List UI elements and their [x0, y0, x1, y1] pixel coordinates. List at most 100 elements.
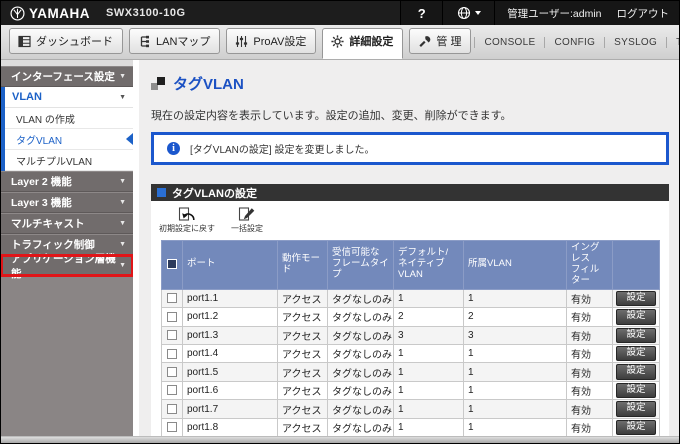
row-checkbox[interactable] [167, 404, 177, 414]
cell-port: port1.1 [183, 289, 278, 307]
cell-frame-type: タグなしのみ [328, 381, 394, 399]
chevron-down-icon: ▼ [119, 94, 126, 101]
info-icon: i [167, 142, 180, 155]
table-row: port1.7 アクセス タグなしのみ 1 1 有効 設定 [162, 400, 660, 418]
row-config-button[interactable]: 設定 [616, 346, 655, 361]
sidebar-group-label: マルチキャスト [11, 216, 85, 231]
cell-port: port1.6 [183, 381, 278, 399]
cell-ingress-filter: 有効 [567, 363, 613, 381]
cell-mode: アクセス [278, 326, 328, 344]
col-header-actions [613, 241, 660, 290]
row-checkbox[interactable] [167, 330, 177, 340]
page-title: タグVLAN [151, 73, 669, 94]
chevron-down-icon: ▼ [119, 262, 126, 269]
link-syslog[interactable]: SYSLOG [604, 37, 666, 48]
row-checkbox[interactable] [167, 422, 177, 432]
cell-mode: アクセス [278, 345, 328, 363]
cell-member-vlan: 1 [464, 381, 567, 399]
table-row: port1.2 アクセス タグなしのみ 2 2 有効 設定 [162, 308, 660, 326]
settings-panel: タグVLANの設定 初期設定に戻す [151, 184, 669, 436]
col-header-member-vlan: 所属VLAN [464, 241, 567, 290]
row-config-button[interactable]: 設定 [616, 309, 655, 324]
chevron-down-icon: ▼ [119, 73, 126, 80]
sidebar-item-label: VLAN の作成 [16, 111, 75, 126]
brand: YAMAHA [10, 6, 90, 21]
cell-member-vlan: 2 [464, 308, 567, 326]
notice-text: [タグVLANの設定] 設定を変更しました。 [190, 141, 374, 156]
chevron-down-icon: ▼ [119, 199, 126, 206]
sidebar-item-tag-vlan[interactable]: タグVLAN [5, 129, 133, 150]
sidebar-group-layer3[interactable]: Layer 3 機能 ▼ [1, 192, 133, 213]
cell-native-vlan: 3 [394, 326, 464, 344]
row-checkbox[interactable] [167, 367, 177, 377]
dashboard-icon [18, 35, 31, 48]
row-checkbox[interactable] [167, 385, 177, 395]
tool-label: 一括設定 [231, 223, 263, 234]
reset-to-default-button[interactable]: 初期設定に戻す [159, 207, 215, 234]
cell-mode: アクセス [278, 289, 328, 307]
table-row: port1.8 アクセス タグなしのみ 1 1 有効 設定 [162, 418, 660, 436]
cell-frame-type: タグなしのみ [328, 418, 394, 436]
tab-lan-map[interactable]: LANマップ [129, 28, 220, 54]
cell-frame-type: タグなしのみ [328, 363, 394, 381]
link-console[interactable]: CONSOLE [474, 37, 544, 48]
tab-management[interactable]: 管 理 [409, 28, 471, 54]
cell-ingress-filter: 有効 [567, 345, 613, 363]
cell-native-vlan: 1 [394, 289, 464, 307]
cell-mode: アクセス [278, 418, 328, 436]
tab-label: ダッシュボード [36, 33, 113, 49]
bulk-edit-pencil-icon [237, 207, 257, 222]
chevron-down-icon: ▼ [119, 178, 126, 185]
language-button[interactable] [442, 1, 494, 25]
tab-proav-settings[interactable]: ProAV設定 [226, 28, 316, 54]
link-techinfo[interactable]: TECHINFO [666, 37, 680, 48]
tag-vlan-table: ポート 動作モード 受信可能な フレームタイプ デフォルト/ ネイティブVLAN… [161, 240, 660, 436]
row-config-button[interactable]: 設定 [616, 364, 655, 379]
table-row: port1.4 アクセス タグなしのみ 1 1 有効 設定 [162, 345, 660, 363]
cell-ingress-filter: 有効 [567, 289, 613, 307]
sidebar-item-vlan-create[interactable]: VLAN の作成 [5, 108, 133, 129]
col-header-mode: 動作モード [278, 241, 328, 290]
row-config-button[interactable]: 設定 [616, 291, 655, 306]
app-window: YAMAHA SWX3100-10G ? 管理ユーザー:admin ログアウト [0, 0, 680, 444]
sidebar-group-label: Layer 3 機能 [11, 195, 72, 210]
tab-dashboard[interactable]: ダッシュボード [9, 28, 123, 54]
cell-ingress-filter: 有効 [567, 400, 613, 418]
bulk-settings-button[interactable]: 一括設定 [231, 207, 263, 234]
row-config-button[interactable]: 設定 [616, 420, 655, 435]
row-config-button[interactable]: 設定 [616, 328, 655, 343]
sidebar-item-multiple-vlan[interactable]: マルチプルVLAN [5, 150, 133, 171]
row-checkbox[interactable] [167, 293, 177, 303]
logout-button[interactable]: ログアウト [617, 6, 670, 21]
col-header-frame-type: 受信可能な フレームタイプ [328, 241, 394, 290]
row-config-button[interactable]: 設定 [616, 401, 655, 416]
page-description: 現在の設定内容を表示しています。設定の追加、変更、削除ができます。 [151, 107, 669, 123]
tab-advanced-settings[interactable]: 詳細設定 [322, 28, 403, 59]
device-model: SWX3100-10G [106, 7, 185, 19]
sidebar-group-multicast[interactable]: マルチキャスト ▼ [1, 213, 133, 234]
tool-label: 初期設定に戻す [159, 223, 215, 234]
row-checkbox[interactable] [167, 312, 177, 322]
table-row: port1.6 アクセス タグなしのみ 1 1 有効 設定 [162, 381, 660, 399]
table-row: port1.3 アクセス タグなしのみ 3 3 有効 設定 [162, 326, 660, 344]
help-button[interactable]: ? [400, 1, 442, 25]
cell-frame-type: タグなしのみ [328, 289, 394, 307]
sidebar-item-vlan[interactable]: VLAN ▼ [5, 87, 133, 108]
sidebar-group-interface-settings[interactable]: インターフェース設定 ▼ [1, 66, 133, 87]
page-title-icon [151, 77, 165, 90]
section-header: タグVLANの設定 [151, 184, 669, 201]
cell-native-vlan: 1 [394, 363, 464, 381]
cell-port: port1.2 [183, 308, 278, 326]
cell-frame-type: タグなしのみ [328, 400, 394, 418]
sidebar-group-application-layer[interactable]: アプリケーション層機能 ▼ [1, 255, 133, 276]
row-config-button[interactable]: 設定 [616, 383, 655, 398]
row-checkbox[interactable] [167, 349, 177, 359]
globe-icon [457, 6, 471, 20]
cell-native-vlan: 1 [394, 381, 464, 399]
col-header-port: ポート [183, 241, 278, 290]
link-config[interactable]: CONFIG [544, 37, 604, 48]
col-header-ingress-filter: イングレス フィルター [567, 241, 613, 290]
select-all-checkbox[interactable] [167, 259, 177, 269]
cell-member-vlan: 1 [464, 363, 567, 381]
sidebar-group-layer2[interactable]: Layer 2 機能 ▼ [1, 171, 133, 192]
